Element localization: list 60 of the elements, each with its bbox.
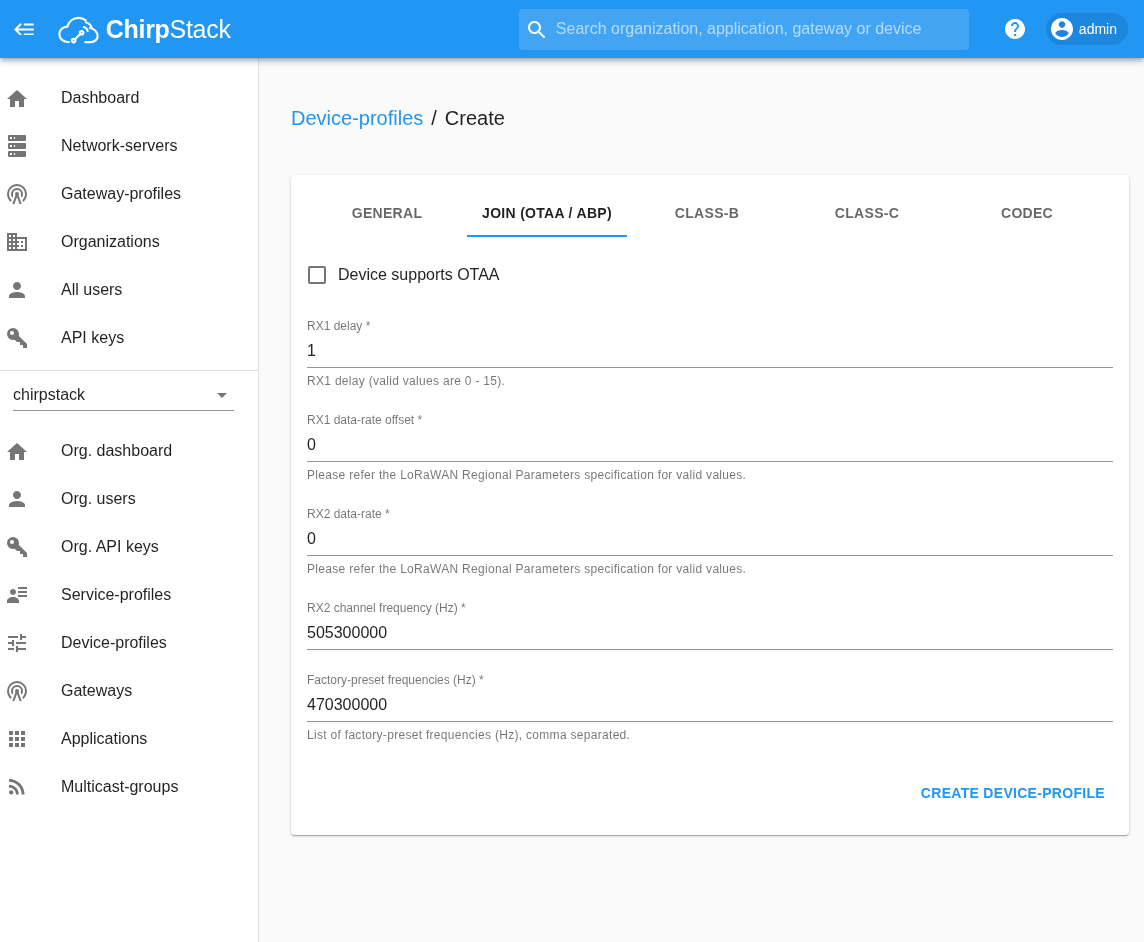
field-label: RX2 channel frequency (Hz) * (307, 601, 467, 615)
helper-text: List of factory-preset frequencies (Hz), comma separated. (307, 728, 632, 742)
avatar-icon (1050, 18, 1073, 40)
nav-item[interactable]: Organizations (0, 218, 258, 266)
nav-item[interactable]: Multicast-groups (0, 763, 258, 811)
field-label: RX2 data-rate * (307, 507, 391, 521)
helper-text: Please refer the LoRaWAN Regional Parameters specification for valid values. (307, 562, 748, 576)
input-field[interactable]: 505300000 (307, 617, 1113, 650)
input-field[interactable]: 470300000 (307, 689, 1113, 722)
nav-item[interactable]: All users (0, 266, 258, 314)
home-icon (7, 442, 27, 460)
help-icon[interactable] (1004, 19, 1025, 39)
brand-name: ChirpStack (105, 14, 231, 44)
key-icon (7, 328, 27, 348)
input-field[interactable]: 0 (307, 429, 1113, 462)
nav-item[interactable]: Org. API keys (0, 523, 258, 571)
menu-collapse-icon[interactable] (14, 22, 34, 36)
tab[interactable]: CLASS-C (787, 189, 947, 237)
tab[interactable]: JOIN (OTAA / ABP) (467, 189, 627, 237)
nav-item[interactable]: Dashboard (0, 74, 258, 122)
nav-item[interactable]: Org. dashboard (0, 427, 258, 475)
field-label: RX1 data-rate offset * (307, 413, 424, 427)
radio-tower-icon (7, 681, 27, 701)
tab[interactable]: CODEC (947, 189, 1107, 237)
building-icon (7, 233, 27, 251)
cloud-logo-icon (56, 14, 100, 44)
tab[interactable]: GENERAL (307, 189, 467, 237)
caret-icon (217, 392, 227, 398)
nav-item[interactable]: Service-profiles (0, 571, 258, 619)
nav-item[interactable]: Gateways (0, 667, 258, 715)
nav-item[interactable]: Network-servers (0, 122, 258, 170)
grid-icon (9, 731, 25, 747)
breadcrumb-separator: / (431, 106, 437, 130)
checkbox-label: Device supports OTAA (338, 266, 500, 284)
person-icon (9, 282, 25, 298)
user-menu-button[interactable]: admin (1045, 13, 1128, 45)
nav-item[interactable]: Gateway-profiles (0, 170, 258, 218)
checkbox[interactable] (308, 266, 326, 284)
key-icon (7, 537, 27, 557)
nav-item[interactable]: API keys (0, 314, 258, 362)
sliders-icon (8, 634, 26, 652)
home-icon (7, 89, 27, 107)
field-label: Factory-preset frequencies (Hz) * (307, 673, 485, 687)
field-label: RX1 delay * (307, 319, 372, 333)
person-list-icon (7, 587, 27, 603)
search-icon (527, 20, 546, 38)
organization-select[interactable]: chirpstack (13, 380, 234, 411)
radio-tower-icon (7, 184, 27, 204)
input-field[interactable]: 0 (307, 523, 1113, 556)
page-title: Create (444, 106, 505, 130)
tab[interactable]: CLASS-B (627, 189, 787, 237)
nav-item[interactable]: Device-profiles (0, 619, 258, 667)
nav-item[interactable]: Org. users (0, 475, 258, 523)
server-icon (8, 135, 26, 157)
helper-text: Please refer the LoRaWAN Regional Parameters specification for valid values. (307, 468, 748, 482)
rss-icon (9, 779, 25, 795)
person-icon (9, 491, 25, 507)
nav-item[interactable]: Applications (0, 715, 258, 763)
helper-text: RX1 delay (valid values are 0 - 15). (307, 374, 507, 388)
input-field[interactable]: 1 (307, 335, 1113, 368)
